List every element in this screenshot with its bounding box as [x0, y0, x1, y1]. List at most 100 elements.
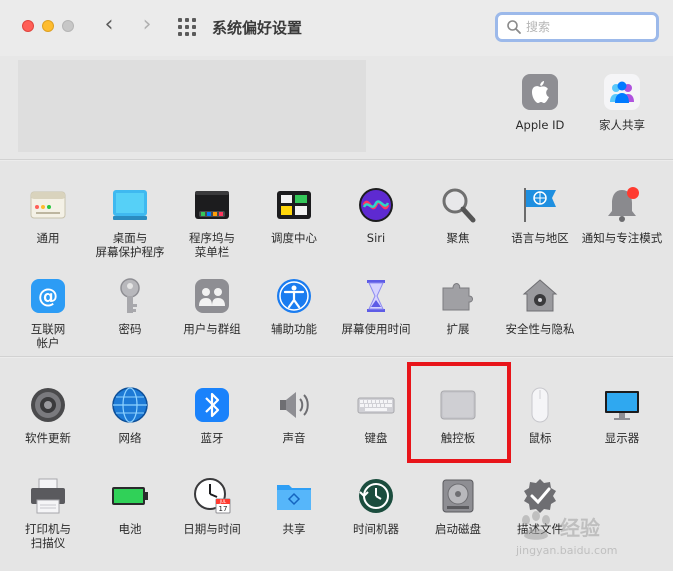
pane-label: 日期与时间 — [183, 522, 241, 536]
search-field[interactable] — [495, 12, 659, 42]
pane-apple-id[interactable]: Apple ID — [499, 72, 581, 152]
minimize-window-button[interactable] — [42, 20, 54, 32]
show-all-grid-icon[interactable] — [178, 18, 196, 36]
pane-keyboard[interactable]: 键盘 — [335, 385, 417, 465]
pane-family-sharing[interactable]: 家人共享 — [581, 72, 663, 152]
pane-dock-menubar[interactable]: 程序坞与 菜单栏 — [171, 185, 253, 265]
pane-security-privacy[interactable]: 安全性与隐私 — [499, 276, 581, 356]
mouse-icon — [531, 387, 549, 423]
pane-battery[interactable]: 电池 — [89, 476, 171, 556]
displays-monitor-icon — [605, 391, 639, 420]
pane-label: 语言与地区 — [511, 231, 569, 245]
pane-label: 共享 — [282, 522, 306, 536]
pane-label: 用户与群组 — [183, 322, 241, 336]
extensions-puzzle-icon — [442, 283, 473, 311]
pane-label: 声音 — [282, 431, 306, 445]
pane-spotlight[interactable]: 聚焦 — [417, 185, 499, 265]
date-time-clock-icon: JUL 17 — [194, 478, 231, 514]
network-globe-icon — [112, 387, 148, 423]
mission-control-icon — [277, 191, 311, 219]
pane-label: 显示器 — [604, 431, 640, 445]
pane-users-groups[interactable]: 用户与群组 — [171, 276, 253, 356]
pane-label: 时间机器 — [353, 522, 399, 536]
pane-label: 程序坞与 菜单栏 — [189, 231, 235, 259]
pane-label: 通知与专注模式 — [581, 231, 663, 245]
spotlight-icon — [442, 188, 476, 223]
pane-label: 蓝牙 — [200, 431, 224, 445]
pane-language-region[interactable]: 语言与地区 — [499, 185, 581, 265]
baidu-paw-icon — [522, 511, 550, 540]
trackpad-highlight-box — [407, 362, 511, 463]
svg-text:@: @ — [38, 284, 58, 308]
screen-time-hourglass-icon — [367, 280, 385, 312]
pane-mission-control[interactable]: 调度中心 — [253, 185, 335, 265]
pane-software-update[interactable]: 软件更新 — [7, 385, 89, 465]
pane-label: 启动磁盘 — [435, 522, 481, 536]
siri-icon — [359, 188, 393, 222]
close-window-button[interactable] — [22, 20, 34, 32]
pane-displays[interactable]: 显示器 — [581, 385, 663, 465]
search-input[interactable] — [526, 18, 646, 36]
user-profile-placeholder — [18, 60, 366, 152]
account-section: Apple ID 家人共享 — [0, 56, 673, 160]
watermark-brand: 经验 — [560, 516, 600, 540]
time-machine-icon — [359, 479, 393, 513]
window-title: 系统偏好设置 — [212, 19, 303, 37]
pane-startup-disk[interactable]: 启动磁盘 — [417, 476, 499, 556]
zoom-window-button[interactable] — [62, 20, 74, 32]
pane-bluetooth[interactable]: 蓝牙 — [171, 385, 253, 465]
pane-label: 辅助功能 — [271, 322, 317, 336]
printer-icon — [31, 478, 65, 514]
calendar-day-text: 17 — [219, 505, 228, 513]
pane-internet-accounts[interactable]: @ 互联网 帐户 — [7, 276, 89, 356]
pane-notifications-focus[interactable]: 通知与专注模式 — [581, 185, 663, 265]
pane-date-time[interactable]: JUL 17 日期与时间 — [171, 476, 253, 556]
pane-time-machine[interactable]: 时间机器 — [335, 476, 417, 556]
startup-disk-icon — [442, 479, 474, 513]
pane-sharing[interactable]: 共享 — [253, 476, 335, 556]
apple-id-icon — [522, 74, 558, 110]
title-bar: ‹ › 系统偏好设置 — [0, 0, 673, 56]
sound-speaker-icon — [280, 392, 309, 418]
pane-label: 安全性与隐私 — [505, 322, 575, 336]
pane-screen-time[interactable]: 屏幕使用时间 — [335, 276, 417, 356]
pane-sound[interactable]: 声音 — [253, 385, 335, 465]
language-region-icon — [524, 188, 556, 222]
pane-label: 扩展 — [446, 322, 470, 336]
pane-desktop-screensaver[interactable]: 桌面与 屏幕保护程序 — [89, 185, 171, 265]
pane-label: 打印机与 扫描仪 — [25, 522, 71, 550]
bluetooth-icon — [195, 388, 229, 422]
pane-siri[interactable]: Siri — [335, 185, 417, 265]
pane-label: 互联网 帐户 — [30, 322, 66, 350]
battery-icon — [112, 487, 148, 505]
pane-general[interactable]: 通用 — [7, 185, 89, 265]
back-button[interactable]: ‹ — [98, 14, 120, 38]
pane-label: 家人共享 — [599, 118, 645, 132]
baidu-jingyan-watermark: 经验 jingyan.baidu.com — [512, 508, 672, 570]
users-groups-icon — [195, 279, 229, 313]
notifications-bell-icon — [608, 187, 639, 222]
pane-label: 桌面与 屏幕保护程序 — [95, 231, 165, 259]
forward-button[interactable]: › — [136, 14, 158, 38]
pane-mouse[interactable]: 鼠标 — [499, 385, 581, 465]
pane-label: 通用 — [36, 231, 60, 245]
personal-preferences-section: 通用 桌面与 屏幕保护程序 程序坞与 菜单栏 调度中心 Siri 聚焦 语言与地… — [0, 161, 673, 357]
pane-extensions[interactable]: 扩展 — [417, 276, 499, 356]
dock-menubar-icon — [195, 191, 229, 219]
pane-network[interactable]: 网络 — [89, 385, 171, 465]
calendar-month-text: JUL — [219, 499, 227, 504]
pane-printers-scanners[interactable]: 打印机与 扫描仪 — [7, 476, 89, 556]
keyboard-icon — [357, 397, 395, 414]
pane-label: 调度中心 — [271, 231, 317, 245]
pane-passwords[interactable]: 密码 — [89, 276, 171, 356]
pane-label: 屏幕使用时间 — [341, 322, 411, 336]
sharing-folder-icon — [277, 485, 311, 510]
pane-accessibility[interactable]: 辅助功能 — [253, 276, 335, 356]
pane-label: Siri — [366, 231, 386, 245]
pane-label: 聚焦 — [446, 231, 470, 245]
pane-label: 软件更新 — [25, 431, 71, 445]
desktop-screensaver-icon — [113, 190, 147, 220]
pane-label: Apple ID — [515, 118, 565, 132]
pane-label: 电池 — [118, 522, 142, 536]
general-icon — [30, 191, 66, 219]
